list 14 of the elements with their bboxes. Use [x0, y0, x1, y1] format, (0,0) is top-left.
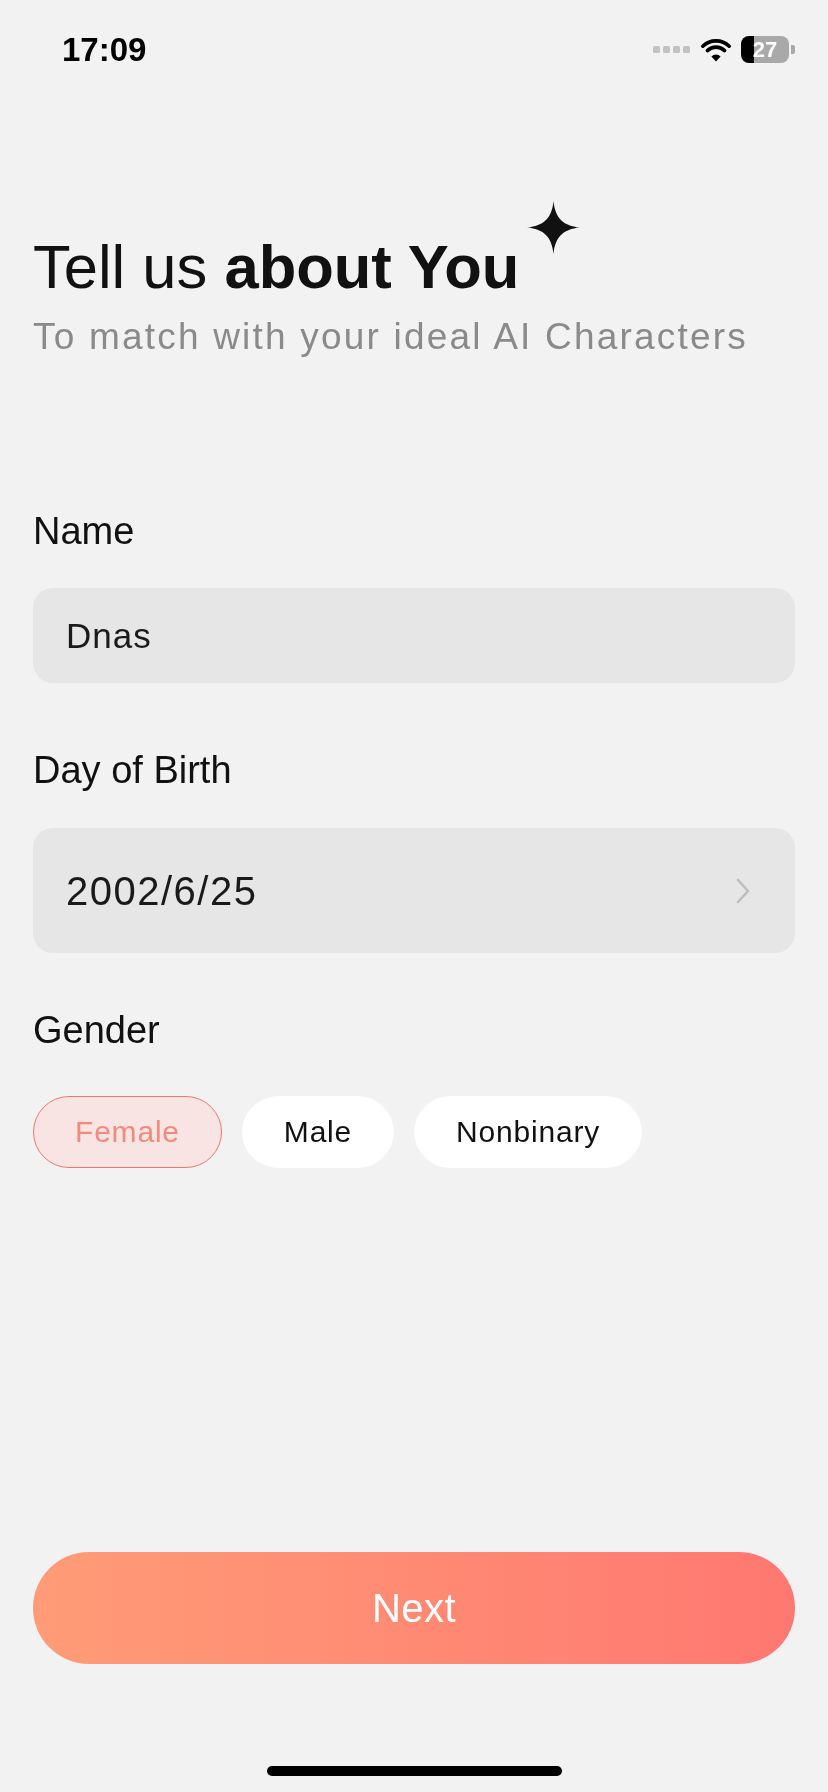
- signal-icon: [653, 46, 690, 53]
- page-title: Tell us about You: [33, 237, 520, 297]
- field-label: Gender: [33, 1008, 161, 1053]
- sparkle-icon: [527, 201, 581, 254]
- status-time: 17:09: [62, 33, 147, 66]
- field-label: Day of Birth: [33, 748, 233, 793]
- date-picker-field[interactable]: 2002/6/25: [33, 828, 795, 953]
- chevron-right-icon: [736, 877, 750, 904]
- name-input[interactable]: Dnas: [33, 588, 795, 683]
- field-label: Name: [33, 509, 136, 554]
- wifi-icon: [700, 37, 732, 62]
- gender-option[interactable]: Nonbinary: [414, 1096, 643, 1168]
- page-subtitle: To match with your ideal AI Characters: [33, 315, 749, 359]
- gender-option[interactable]: Male: [241, 1096, 395, 1168]
